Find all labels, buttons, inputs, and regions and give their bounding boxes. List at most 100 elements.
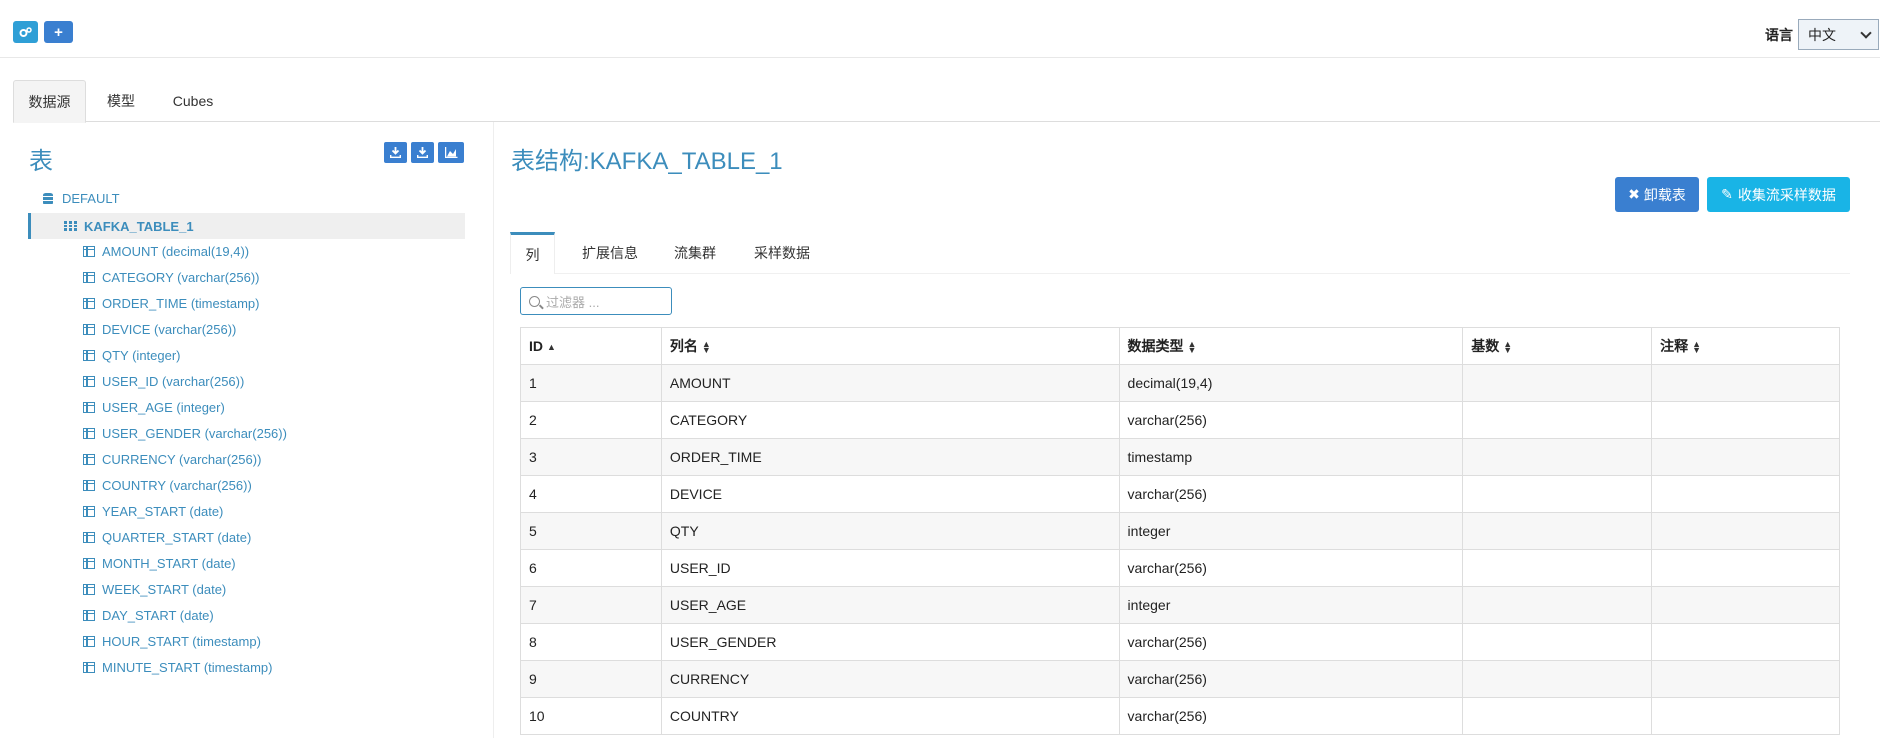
tree-column[interactable]: USER_GENDER (varchar(256)) bbox=[83, 423, 287, 443]
tree-column[interactable]: DAY_START (date) bbox=[83, 605, 214, 625]
tree-column[interactable]: DEVICE (varchar(256)) bbox=[83, 319, 236, 339]
collect-sample-button[interactable]: ✎ 收集流采样数据 bbox=[1707, 177, 1850, 212]
column-label: DEVICE (varchar(256)) bbox=[102, 321, 237, 337]
tab-models[interactable]: 模型 bbox=[99, 80, 143, 122]
column-label: USER_ID (varchar(256)) bbox=[102, 373, 245, 389]
tree-column[interactable]: HOUR_START (timestamp) bbox=[83, 631, 261, 651]
sort-icon: ▲ ▼ bbox=[1503, 339, 1513, 356]
column-icon bbox=[83, 427, 95, 439]
tab-sample-data[interactable]: 采样数据 bbox=[742, 232, 822, 274]
column-label: DAY_START (date) bbox=[102, 607, 214, 623]
search-icon bbox=[529, 295, 540, 307]
top-bar: + 语言 中文 bbox=[0, 0, 1880, 58]
tab-cubes[interactable]: Cubes bbox=[163, 80, 223, 122]
database-label: DEFAULT bbox=[62, 191, 120, 206]
download-icon bbox=[390, 147, 401, 158]
chevron-down-icon bbox=[1860, 27, 1872, 39]
tree-column[interactable]: USER_AGE (integer) bbox=[83, 397, 225, 417]
tree-column[interactable]: QUARTER_START (date) bbox=[83, 527, 251, 547]
column-label: COUNTRY (varchar(256)) bbox=[102, 477, 252, 493]
tree-column[interactable]: AMOUNT (decimal(19,4)) bbox=[83, 241, 249, 261]
panel-divider bbox=[493, 122, 494, 738]
column-icon bbox=[83, 479, 95, 491]
table-row: 8 USER_GENDER varchar(256) bbox=[520, 623, 1840, 661]
column-label: USER_GENDER (varchar(256)) bbox=[102, 425, 287, 441]
collect-sample-label: 收集流采样数据 bbox=[1737, 186, 1836, 203]
column-label: YEAR_START (date) bbox=[102, 503, 224, 519]
column-icon bbox=[83, 635, 95, 647]
tree-column[interactable]: MINUTE_START (timestamp) bbox=[83, 657, 272, 677]
unload-table-button[interactable]: ✖ 卸载表 bbox=[1615, 177, 1699, 212]
close-icon: ✖ bbox=[1628, 186, 1640, 202]
column-label: QTY (integer) bbox=[102, 347, 181, 363]
tree-column[interactable]: WEEK_START (date) bbox=[83, 579, 226, 599]
tab-extended-info[interactable]: 扩展信息 bbox=[570, 232, 650, 274]
download-icon bbox=[417, 147, 428, 158]
column-label: WEEK_START (date) bbox=[102, 581, 227, 597]
chart-button[interactable] bbox=[438, 142, 464, 163]
column-icon bbox=[83, 583, 95, 595]
column-icon bbox=[83, 453, 95, 465]
eyedropper-icon: ✎ bbox=[1721, 186, 1733, 202]
table-row: 3 ORDER_TIME timestamp bbox=[520, 438, 1840, 476]
table-row: 6 USER_ID varchar(256) bbox=[520, 549, 1840, 587]
language-label: 语言 bbox=[1765, 27, 1793, 43]
column-label: CURRENCY (varchar(256)) bbox=[102, 451, 262, 467]
header-id[interactable]: ID ▲ bbox=[520, 327, 662, 365]
area-chart-icon bbox=[444, 147, 457, 158]
table-label: KAFKA_TABLE_1 bbox=[84, 218, 194, 234]
header-column-name[interactable]: 列名 ▲ ▼ bbox=[660, 327, 1120, 365]
header-comment[interactable]: 注释 ▲ ▼ bbox=[1651, 327, 1840, 365]
tab-datasource[interactable]: 数据源 bbox=[13, 80, 86, 123]
database-icon bbox=[43, 192, 53, 205]
tree-column[interactable]: MONTH_START (date) bbox=[83, 553, 236, 573]
column-label: AMOUNT (decimal(19,4)) bbox=[102, 243, 250, 259]
sort-icon: ▲ ▼ bbox=[1692, 339, 1702, 356]
cogs-icon[interactable] bbox=[13, 21, 38, 43]
language-selected: 中文 bbox=[1808, 26, 1836, 43]
column-icon bbox=[83, 531, 95, 543]
tree-column[interactable]: CATEGORY (varchar(256)) bbox=[83, 267, 260, 287]
column-icon bbox=[83, 349, 95, 361]
table-icon bbox=[64, 221, 77, 231]
tree-column[interactable]: USER_ID (varchar(256)) bbox=[83, 371, 244, 391]
tree-column[interactable]: QTY (integer) bbox=[83, 345, 181, 365]
table-schema-title: 表结构:KAFKA_TABLE_1 bbox=[511, 148, 783, 175]
tree-table-selected[interactable]: KAFKA_TABLE_1 bbox=[28, 213, 465, 239]
table-row: 5 QTY integer bbox=[520, 512, 1840, 550]
tree-column[interactable]: CURRENCY (varchar(256)) bbox=[83, 449, 261, 469]
column-icon bbox=[83, 297, 95, 309]
column-icon bbox=[83, 375, 95, 387]
table-row: 1 AMOUNT decimal(19,4) bbox=[520, 364, 1840, 402]
header-data-type[interactable]: 数据类型 ▲ ▼ bbox=[1118, 327, 1464, 365]
column-label: ORDER_TIME (timestamp) bbox=[102, 295, 260, 311]
tree-column[interactable]: ORDER_TIME (timestamp) bbox=[83, 293, 259, 313]
tree-database[interactable]: DEFAULT bbox=[43, 191, 120, 206]
tables-title: 表 bbox=[29, 148, 53, 175]
table-row: 9 CURRENCY varchar(256) bbox=[520, 660, 1840, 698]
filter-placeholder: 过滤器 ... bbox=[546, 294, 600, 310]
plus-icon[interactable]: + bbox=[44, 21, 73, 43]
column-icon bbox=[83, 271, 95, 283]
tree-column[interactable]: YEAR_START (date) bbox=[83, 501, 223, 521]
load-table-button[interactable] bbox=[384, 142, 407, 163]
column-label: QUARTER_START (date) bbox=[102, 529, 252, 545]
table-header-row: ID ▲ 列名 ▲ ▼ 数据类型 ▲ ▼ 基数 ▲ ▼ 注释 ▲ ▼ bbox=[520, 327, 1840, 365]
load-table-tree-button[interactable] bbox=[411, 142, 434, 163]
detail-tabs: 列 扩展信息 流集群 采样数据 bbox=[510, 232, 1850, 274]
column-label: HOUR_START (timestamp) bbox=[102, 633, 261, 649]
table-row: 2 CATEGORY varchar(256) bbox=[520, 401, 1840, 439]
column-icon bbox=[83, 505, 95, 517]
column-icon bbox=[83, 323, 95, 335]
column-icon bbox=[83, 661, 95, 673]
header-cardinality[interactable]: 基数 ▲ ▼ bbox=[1462, 327, 1653, 365]
language-select[interactable]: 中文 bbox=[1798, 19, 1879, 50]
columns-table: ID ▲ 列名 ▲ ▼ 数据类型 ▲ ▼ 基数 ▲ ▼ 注释 ▲ ▼ 1 AMOUNT decimal… bbox=[520, 327, 1840, 735]
filter-input[interactable]: 过滤器 ... bbox=[520, 287, 672, 315]
tab-columns[interactable]: 列 bbox=[510, 232, 555, 274]
sort-icon: ▲ ▼ bbox=[1187, 339, 1197, 356]
column-label: MINUTE_START (timestamp) bbox=[102, 659, 273, 675]
column-label: CATEGORY (varchar(256)) bbox=[102, 269, 260, 285]
tab-streaming-cluster[interactable]: 流集群 bbox=[660, 232, 730, 274]
tree-column[interactable]: COUNTRY (varchar(256)) bbox=[83, 475, 252, 495]
